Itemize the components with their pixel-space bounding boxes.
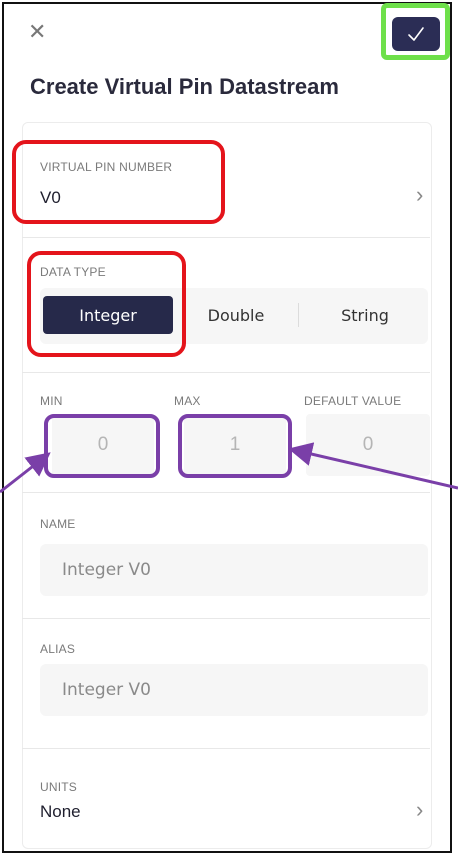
min-highlight <box>44 414 160 478</box>
max-label: MAX <box>174 394 201 408</box>
chevron-right-icon[interactable]: › <box>416 182 423 208</box>
max-highlight <box>178 414 292 478</box>
data-type-highlight <box>27 251 186 357</box>
datastream-form-card <box>22 122 432 849</box>
divider <box>22 748 430 749</box>
name-input[interactable]: Integer V0 <box>40 544 428 596</box>
units-label: UNITS <box>40 780 77 794</box>
pin-highlight <box>12 140 225 224</box>
alias-input[interactable]: Integer V0 <box>40 664 428 716</box>
units-value[interactable]: None <box>40 802 81 822</box>
page-title: Create Virtual Pin Datastream <box>30 74 339 99</box>
default-value-label: DEFAULT VALUE <box>304 394 402 408</box>
confirm-highlight <box>381 3 450 60</box>
data-type-string-button[interactable]: String <box>305 296 425 334</box>
alias-label: ALIAS <box>40 642 76 656</box>
close-icon[interactable]: ✕ <box>28 22 46 44</box>
divider <box>22 237 430 238</box>
default-value-input[interactable]: 0 <box>306 414 430 476</box>
divider <box>22 372 430 373</box>
divider <box>22 618 430 619</box>
segment-divider <box>298 303 299 327</box>
chevron-right-icon[interactable]: › <box>416 797 423 823</box>
divider <box>22 492 430 493</box>
data-type-double-button[interactable]: Double <box>180 296 292 334</box>
min-label: MIN <box>40 394 63 408</box>
name-label: NAME <box>40 517 76 531</box>
